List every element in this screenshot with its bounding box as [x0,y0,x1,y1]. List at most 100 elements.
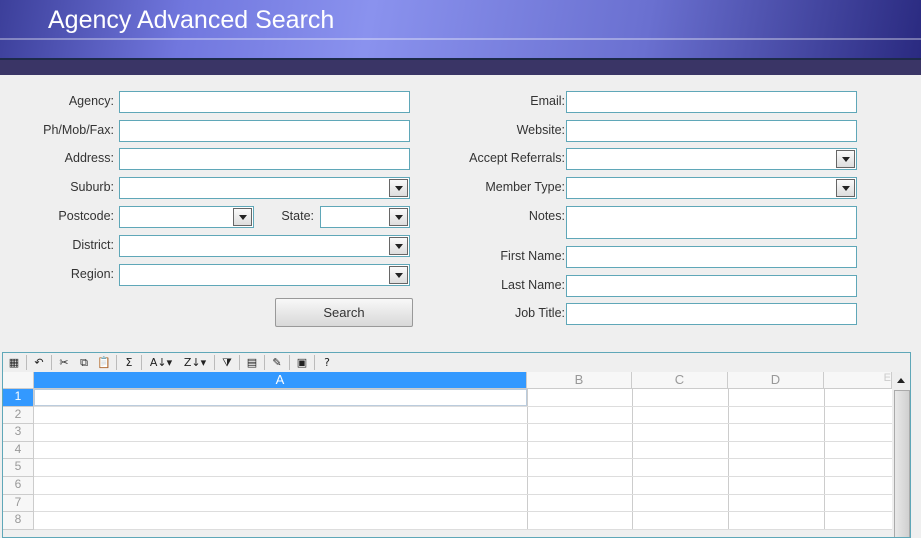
chevron-down-icon[interactable] [233,208,252,226]
chevron-down-icon[interactable] [836,150,855,168]
field-label: Ph/Mob/Fax: [43,123,114,137]
table-row[interactable] [34,389,892,407]
column-divider [527,512,528,529]
field-label: Email: [530,94,565,108]
column-header[interactable]: D [728,372,824,389]
table-row[interactable] [34,424,892,442]
field-label: Address: [64,151,114,165]
column-divider [527,477,528,494]
toolbar-separator [264,355,265,370]
copy-icon[interactable]: ⧉ [76,355,92,370]
agency-input[interactable] [119,91,410,113]
active-cell[interactable] [34,389,527,406]
field-label: Postcode: [58,209,114,223]
field-label: Accept Referrals: [469,151,565,165]
membertype-dropdown[interactable] [566,177,857,199]
column-header[interactable]: A [34,372,527,389]
scroll-up-icon[interactable] [897,378,905,383]
state-dropdown[interactable] [320,206,410,228]
row-header[interactable]: 2 [3,406,34,425]
vertical-scrollbar[interactable] [892,372,910,537]
paste-icon[interactable]: 📋 [96,355,112,370]
column-divider [632,512,633,529]
table-row[interactable] [34,441,892,460]
row-header[interactable]: 3 [3,424,34,442]
column-divider [632,406,633,424]
column-divider [527,494,528,512]
column-divider [632,494,633,512]
row-header[interactable]: 5 [3,459,34,477]
chevron-down-icon[interactable] [836,179,855,197]
column-divider [728,441,729,459]
field-label: State: [281,209,314,223]
scrollbar-thumb[interactable] [894,390,910,537]
column-divider [632,459,633,476]
cut-icon[interactable]: ✂ [56,355,72,370]
export-excel-icon[interactable]: ✎ [269,355,285,370]
toolbar-separator [214,355,215,370]
district-dropdown[interactable] [119,235,410,257]
table-row[interactable] [34,406,892,425]
spreadsheet-toolbar: ▦ ↶ ✂ ⧉ 📋 Σ A↓▾ Z↓▾ ⧩ ▤ ✎ ▣? [3,353,910,372]
column-divider [632,424,633,441]
column-divider [728,424,729,441]
column-header[interactable]: E [824,372,892,389]
table-row[interactable] [34,459,892,477]
field-label: District: [72,238,114,252]
search-button[interactable]: Search [275,298,413,327]
header-band [0,58,921,75]
column-divider [728,494,729,512]
table-row[interactable] [34,477,892,495]
region-dropdown[interactable] [119,264,410,286]
column-divider [824,424,825,441]
jobtitle-input[interactable] [566,303,857,325]
firstname-input[interactable] [566,246,857,268]
column-divider [824,494,825,512]
column-header[interactable]: C [632,372,728,389]
row-header[interactable]: 6 [3,477,34,495]
sum-icon[interactable]: Σ [121,355,137,370]
field-label: Agency: [68,94,114,108]
website-input[interactable] [566,120,857,142]
postcode-dropdown[interactable] [119,206,254,228]
column-divider [632,389,633,406]
column-divider [632,477,633,494]
header-banner: Agency Advanced Search [0,0,921,60]
properties-icon[interactable]: ▤ [244,355,260,370]
field-label: Region: [70,267,114,281]
column-divider [527,389,528,406]
field-label: Suburb: [70,180,114,194]
notes-input[interactable] [566,206,857,239]
toolbar-separator [239,355,240,370]
column-divider [632,441,633,459]
commands-icon[interactable]: ▣ [294,355,310,370]
sort-descending-icon[interactable]: Z↓▾ [180,355,210,370]
column-divider [824,406,825,424]
lastname-input[interactable] [566,275,857,297]
page-title: Agency Advanced Search [48,6,335,34]
field-label: Website: [516,123,565,137]
address-input[interactable] [119,148,410,170]
column-divider [824,441,825,459]
sort-ascending-icon[interactable]: A↓▾ [146,355,176,370]
spreadsheet: ▦ ↶ ✂ ⧉ 📋 Σ A↓▾ Z↓▾ ⧩ ▤ ✎ ▣? ABCDE 12345678 [2,352,911,538]
help-icon[interactable]: ? [319,355,335,370]
phmobfax-input[interactable] [119,120,410,142]
row-header[interactable]: 1 [3,389,34,407]
spreadsheet-logo-icon[interactable]: ▦ [6,355,22,370]
table-row[interactable] [34,512,892,530]
column-header[interactable]: B [527,372,632,389]
toolbar-separator [141,355,142,370]
column-divider [728,389,729,406]
corner-cell[interactable] [3,372,34,389]
undo-icon[interactable]: ↶ [31,355,47,370]
row-header[interactable]: 7 [3,494,34,513]
suburb-dropdown[interactable] [119,177,410,199]
table-row[interactable] [34,494,892,513]
row-header[interactable]: 8 [3,512,34,530]
email-input[interactable] [566,91,857,113]
filter-icon[interactable]: ⧩ [219,355,235,370]
row-header[interactable]: 4 [3,441,34,460]
field-label: Last Name: [501,278,565,292]
acceptreferrals-dropdown[interactable] [566,148,857,170]
